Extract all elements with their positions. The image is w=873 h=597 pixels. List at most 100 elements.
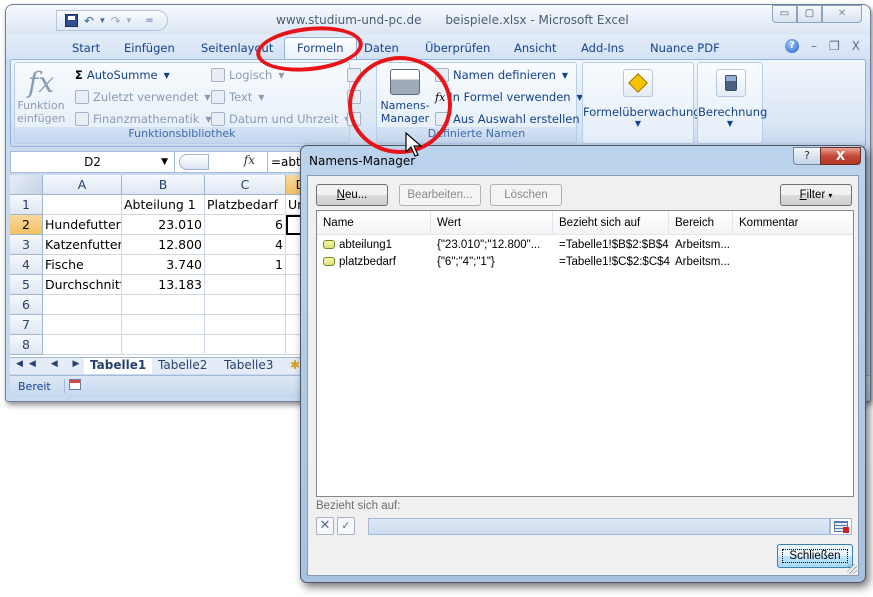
redo-dropdown-icon[interactable]: ▾ <box>127 16 132 26</box>
namen-definieren-button[interactable]: Namen definieren ▼ <box>435 68 568 82</box>
cell-b5[interactable]: 13.183 <box>122 275 205 295</box>
finanzmathematik-button[interactable]: Finanzmathematik ▼ <box>75 112 212 126</box>
cell-c1[interactable]: Platzbedarf <box>205 195 286 215</box>
cell-a4[interactable]: Fische <box>43 255 122 275</box>
tab-add-ins[interactable]: Add-Ins <box>581 39 624 57</box>
row-header-1[interactable]: 1 <box>10 195 43 215</box>
dialog-help-button[interactable]: ? <box>793 147 821 165</box>
names-list[interactable]: Name Wert Bezieht sich auf Bereich Komme… <box>316 210 854 497</box>
math-button[interactable] <box>347 90 361 104</box>
cell-a2[interactable]: Hundefutter <box>43 215 122 235</box>
column-kommentar[interactable]: Kommentar <box>733 211 854 235</box>
column-header-c[interactable]: C <box>205 175 286 195</box>
cell-c3[interactable]: 4 <box>205 235 286 255</box>
group-berechnung[interactable]: Berechnung ▼ <box>697 62 767 144</box>
cell-c7[interactable] <box>205 315 286 335</box>
chevron-down-icon[interactable]: ▼ <box>161 152 168 172</box>
sheet-tab-tabelle2[interactable]: Tabelle2 <box>158 358 207 374</box>
cell-a8[interactable] <box>43 335 122 355</box>
cell-c8[interactable] <box>205 335 286 355</box>
text-button[interactable]: Text ▼ <box>211 90 264 104</box>
cell-c4[interactable]: 1 <box>205 255 286 275</box>
column-bereich[interactable]: Bereich <box>669 211 733 235</box>
fx-icon[interactable]: fx <box>244 153 255 167</box>
save-icon[interactable] <box>65 14 78 27</box>
customize-qat-icon[interactable]: = <box>145 15 153 26</box>
row-header-5[interactable]: 5 <box>10 275 43 295</box>
cell-c5[interactable] <box>205 275 286 295</box>
bearbeiten-button[interactable]: Bearbeiten... <box>399 184 481 206</box>
cell-c6[interactable] <box>205 295 286 315</box>
column-name[interactable]: Name <box>317 211 431 235</box>
confirm-edit-button[interactable]: ✓ <box>337 517 355 535</box>
loeschen-button[interactable]: Löschen <box>490 184 562 206</box>
close-button[interactable]: ✕ <box>822 5 862 23</box>
insert-sheet-icon[interactable]: ✱ <box>290 358 300 374</box>
cell-b1[interactable]: Abteilung 1 <box>122 195 205 215</box>
filter-button[interactable]: Filter ▾ <box>780 184 852 206</box>
insert-function-button[interactable]: fx Funktion einfügen <box>17 67 65 126</box>
tab-daten[interactable]: Daten <box>364 39 399 57</box>
column-bezug[interactable]: Bezieht sich auf <box>553 211 669 235</box>
cell-b7[interactable] <box>122 315 205 335</box>
zuletzt-verwendet-button[interactable]: Zuletzt verwendet ▼ <box>75 90 211 104</box>
list-item[interactable]: platzbedarf {"6";"4";"1"} =Tabelle1!$C$2… <box>317 255 853 272</box>
cell-b3[interactable]: 12.800 <box>122 235 205 255</box>
in-formel-verwenden-button[interactable]: fx In Formel verwenden ▼ <box>435 90 583 104</box>
schliessen-button[interactable]: Schließen <box>777 544 853 568</box>
cell-a1[interactable] <box>43 195 122 215</box>
logisch-button[interactable]: Logisch ▼ <box>211 68 285 82</box>
maximize-button[interactable]: ▢ <box>797 5 822 23</box>
cell-b2[interactable]: 23.010 <box>122 215 205 235</box>
dialog-close-button[interactable]: X <box>820 147 861 165</box>
formula-bar-resize-handle[interactable] <box>179 154 209 170</box>
row-header-7[interactable]: 7 <box>10 315 43 335</box>
cell-a5[interactable]: Durchschnitt <box>43 275 122 295</box>
group-formelueberwachung[interactable]: Formelüberwachung ▼ <box>582 62 701 144</box>
minimize-button[interactable]: ▭ <box>772 5 797 23</box>
row-header-6[interactable]: 6 <box>10 295 43 315</box>
ribbon-minimize-button[interactable]: – <box>811 39 817 53</box>
row-header-2[interactable]: 2 <box>10 215 43 235</box>
column-header-a[interactable]: A <box>43 175 122 195</box>
column-header-b[interactable]: B <box>122 175 205 195</box>
tab-start[interactable]: Start <box>72 39 100 57</box>
row-header-8[interactable]: 8 <box>10 335 43 355</box>
cancel-edit-button[interactable]: ✕ <box>316 517 334 535</box>
row-header-4[interactable]: 4 <box>10 255 43 275</box>
macro-record-icon[interactable] <box>64 379 81 393</box>
name-box[interactable]: D2 ▼ <box>11 152 175 172</box>
cell-a7[interactable] <box>43 315 122 335</box>
bezieht-sich-auf-input[interactable] <box>368 518 830 535</box>
undo-dropdown-icon[interactable]: ▾ <box>100 16 105 26</box>
aus-auswahl-erstellen-button[interactable]: Aus Auswahl erstellen <box>435 112 580 126</box>
row-header-3[interactable]: 3 <box>10 235 43 255</box>
lookup-button[interactable] <box>347 68 361 82</box>
tab-seitenlayout[interactable]: Seitenlayout <box>201 39 273 57</box>
autosumme-button[interactable]: Σ AutoSumme ▼ <box>75 68 170 82</box>
sheet-tab-tabelle1[interactable]: Tabelle1 <box>84 358 153 374</box>
undo-icon[interactable]: ↶ <box>84 14 94 28</box>
tab-nuance-pdf[interactable]: Nuance PDF <box>650 39 720 57</box>
spreadsheet-grid[interactable]: ABCD1Abteilung 1PlatzbedarfUm2Hundefutte… <box>10 175 316 358</box>
cell-a3[interactable]: Katzenfutter <box>43 235 122 255</box>
redo-icon[interactable]: ↷ <box>111 14 121 28</box>
ribbon-close-button[interactable]: X <box>852 39 860 53</box>
ribbon-restore-button[interactable]: ❐ <box>829 39 840 53</box>
cell-b4[interactable]: 3.740 <box>122 255 205 275</box>
help-icon[interactable]: ? <box>785 39 799 53</box>
sheet-tab-tabelle3[interactable]: Tabelle3 <box>224 358 273 374</box>
tab-ueberpruefen[interactable]: Überprüfen <box>425 39 490 57</box>
tab-ansicht[interactable]: Ansicht <box>514 39 556 57</box>
cell-a6[interactable] <box>43 295 122 315</box>
tab-einfuegen[interactable]: Einfügen <box>124 39 175 57</box>
more-functions-button[interactable] <box>347 112 361 126</box>
cell-b8[interactable] <box>122 335 205 355</box>
list-item[interactable]: abteilung1 {"23.010";"12.800"... =Tabell… <box>317 238 853 255</box>
range-picker-button[interactable] <box>830 518 852 535</box>
select-all-corner[interactable] <box>10 175 43 195</box>
namens-manager-button[interactable]: Namens- Manager <box>379 69 431 125</box>
column-wert[interactable]: Wert <box>431 211 553 235</box>
cell-c2[interactable]: 6 <box>205 215 286 235</box>
cell-b6[interactable] <box>122 295 205 315</box>
